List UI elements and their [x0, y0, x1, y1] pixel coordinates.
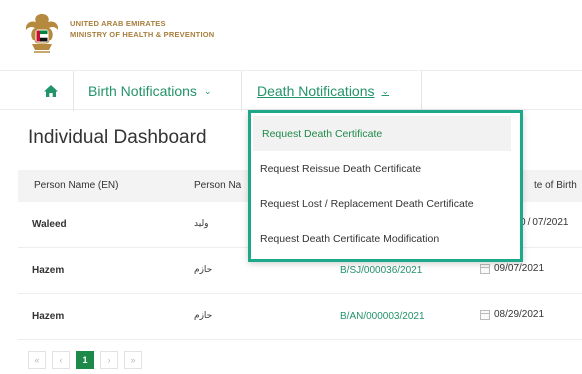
org-name: UNITED ARAB EMIRATES MINISTRY OF HEALTH …: [70, 18, 214, 40]
pagination: « ‹ 1 › »: [28, 351, 142, 369]
row-name-ar: حازم: [194, 311, 213, 321]
col-person-name-en[interactable]: Person Name (EN): [34, 180, 118, 191]
nav-death-label: Death Notifications: [257, 83, 375, 99]
nav-home-button[interactable]: [28, 71, 74, 111]
row-reference-link[interactable]: B/SJ/000036/2021: [340, 265, 422, 276]
row-dob-text: 0 / 07/2021: [520, 217, 569, 228]
prev-page-button[interactable]: ‹: [52, 351, 70, 369]
site-header: UNITED ARAB EMIRATES MINISTRY OF HEALTH …: [0, 0, 582, 70]
main-nav: Birth Notifications ⌄ Death Notification…: [0, 70, 582, 111]
menu-item-request-reissue[interactable]: Request Reissue Death Certificate: [251, 151, 520, 186]
calendar-icon: [480, 263, 490, 274]
row-reference-link[interactable]: B/AN/000003/2021: [340, 311, 425, 322]
last-page-button[interactable]: »: [124, 351, 142, 369]
calendar-icon: [480, 309, 490, 320]
menu-item-request-modification[interactable]: Request Death Certificate Modification: [251, 221, 520, 256]
home-icon: [43, 85, 58, 97]
nav-death-notifications[interactable]: Death Notifications ⌄: [242, 71, 422, 111]
chevron-down-icon: ⌄: [203, 85, 212, 96]
org-line-1: UNITED ARAB EMIRATES: [70, 19, 166, 28]
nav-birth-label: Birth Notifications: [88, 83, 197, 99]
menu-item-request-lost-replacement[interactable]: Request Lost / Replacement Death Certifi…: [251, 186, 520, 221]
row-dob-text: 08/29/2021: [494, 309, 545, 320]
death-notifications-menu: Request Death Certificate Request Reissu…: [248, 110, 523, 262]
uae-emblem-logo: [25, 14, 59, 53]
row-name-en: Waleed: [32, 219, 67, 230]
table-row[interactable]: Hazem حازم B/AN/000003/2021 08/29/2021: [18, 294, 582, 340]
row-name-ar: حازم: [194, 265, 213, 275]
page-title: Individual Dashboard: [28, 127, 207, 148]
chevron-down-icon: ⌄: [381, 85, 390, 96]
next-page-button[interactable]: ›: [100, 351, 118, 369]
row-name-en: Hazem: [32, 311, 65, 322]
row-dob-text: 09/07/2021: [494, 263, 545, 274]
row-date-of-birth: 09/07/2021: [480, 263, 544, 274]
page-1-button[interactable]: 1: [76, 351, 94, 369]
col-date-of-birth[interactable]: te of Birth: [534, 180, 577, 191]
row-name-en: Hazem: [32, 265, 65, 276]
nav-birth-notifications[interactable]: Birth Notifications ⌄: [74, 71, 242, 111]
row-date-of-birth: 08/29/2021: [480, 309, 544, 320]
menu-item-request-death-certificate[interactable]: Request Death Certificate: [253, 116, 511, 151]
row-date-of-birth: 0 / 07/2021: [520, 217, 569, 228]
col-person-name-ar[interactable]: Person Na: [194, 180, 241, 191]
row-name-ar: وليد: [194, 219, 209, 229]
org-line-2: MINISTRY OF HEALTH & PREVENTION: [70, 30, 215, 39]
first-page-button[interactable]: «: [28, 351, 46, 369]
